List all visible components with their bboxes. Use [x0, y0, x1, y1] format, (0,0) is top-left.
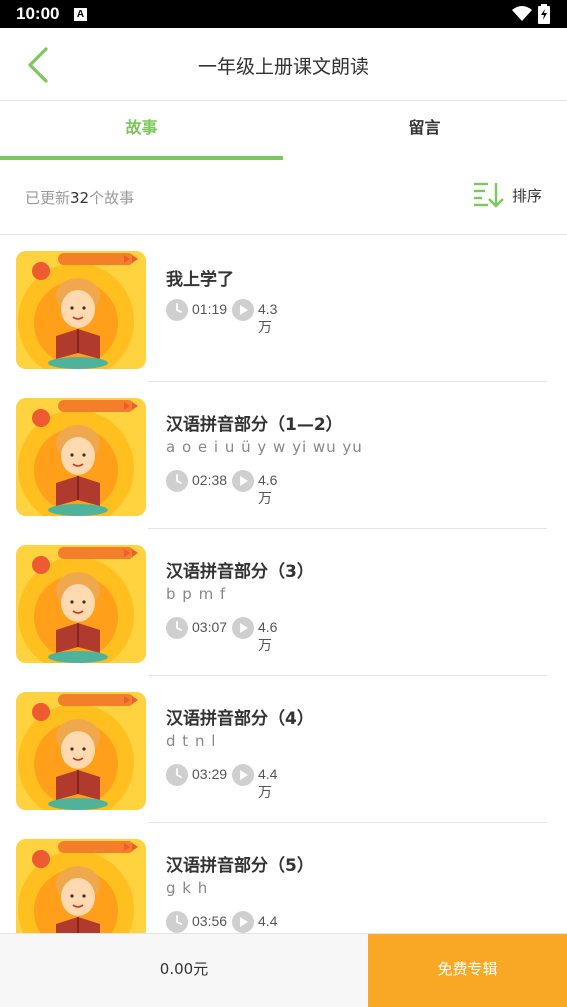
story-duration: 02:38 [192, 472, 228, 488]
notification-icon: A [74, 8, 87, 21]
info-bar: 已更新32个故事 排序 [0, 161, 567, 235]
battery-icon [538, 4, 550, 24]
play-count-icon [232, 470, 254, 492]
list-item[interactable]: 汉语拼音部分（4） d t n l 03:29 4.4万 [0, 676, 567, 823]
sort-icon [474, 182, 504, 208]
tab-comments[interactable]: 留言 [283, 101, 566, 161]
list-item[interactable]: 我上学了 01:19 4.3万 [0, 235, 567, 382]
story-title: 汉语拼音部分（5） [166, 856, 314, 876]
list-item[interactable]: 汉语拼音部分（1—2） a o e i u ü y w yi wu yu 02:… [0, 382, 567, 529]
bottom-bar: 0.00元 免费专辑 [0, 933, 567, 1007]
story-duration: 03:56 [192, 913, 228, 929]
price-label: 0.00元 [159, 960, 209, 978]
story-title: 汉语拼音部分（4） [166, 709, 314, 729]
cover-image [16, 545, 146, 663]
story-count-number: 32 [70, 189, 90, 207]
sort-label: 排序 [512, 187, 543, 205]
play-count-icon [232, 299, 254, 321]
tab-bar: 故事 留言 [0, 101, 567, 161]
clock-icon [166, 617, 188, 639]
play-count-icon [232, 617, 254, 639]
cover-image [16, 251, 146, 369]
story-duration: 03:29 [192, 766, 228, 782]
cover-image [16, 839, 146, 933]
clock-icon [166, 911, 188, 933]
play-count-icon [232, 911, 254, 933]
status-time: 10:00 [16, 4, 60, 23]
story-subtitle: g k h [166, 879, 209, 897]
story-duration: 03:07 [192, 619, 228, 635]
list-item[interactable]: 汉语拼音部分（3） b p m f 03:07 4.6万 [0, 529, 567, 676]
free-album-button[interactable]: 免费专辑 [368, 934, 567, 1007]
cover-image [16, 398, 146, 516]
story-title: 汉语拼音部分（3） [166, 562, 314, 582]
list-item[interactable]: 汉语拼音部分（5） g k h 03:56 4.4万 [0, 823, 567, 933]
story-subtitle: a o e i u ü y w yi wu yu [166, 438, 363, 456]
story-list: 我上学了 01:19 4.3万 汉语拼音部分（1—2） a o e i u ü … [0, 235, 567, 933]
tab-stories[interactable]: 故事 [0, 101, 283, 161]
story-play-count: 4.6万 [258, 619, 278, 653]
clock-icon [166, 470, 188, 492]
story-play-count: 4.3万 [258, 301, 278, 335]
page-title: 一年级上册课文朗读 [197, 56, 369, 78]
story-count: 已更新32个故事 [25, 187, 134, 208]
story-duration: 01:19 [192, 301, 228, 317]
story-subtitle: b p m f [166, 585, 227, 603]
wifi-icon [512, 6, 532, 21]
story-play-count: 4.4万 [258, 766, 278, 800]
play-count-icon [232, 764, 254, 786]
status-bar: 10:00 A [0, 0, 567, 28]
clock-icon [166, 299, 188, 321]
story-play-count: 4.4万 [258, 913, 278, 933]
cover-image [16, 692, 146, 810]
story-subtitle: d t n l [166, 732, 217, 750]
active-tab-indicator [0, 156, 283, 160]
story-title: 汉语拼音部分（1—2） [166, 415, 343, 435]
story-title: 我上学了 [166, 270, 234, 290]
clock-icon [166, 764, 188, 786]
story-count-suffix: 个故事 [89, 189, 135, 207]
nav-bar: 一年级上册课文朗读 [0, 28, 567, 101]
story-play-count: 4.6万 [258, 472, 278, 506]
story-count-prefix: 已更新 [25, 189, 71, 207]
